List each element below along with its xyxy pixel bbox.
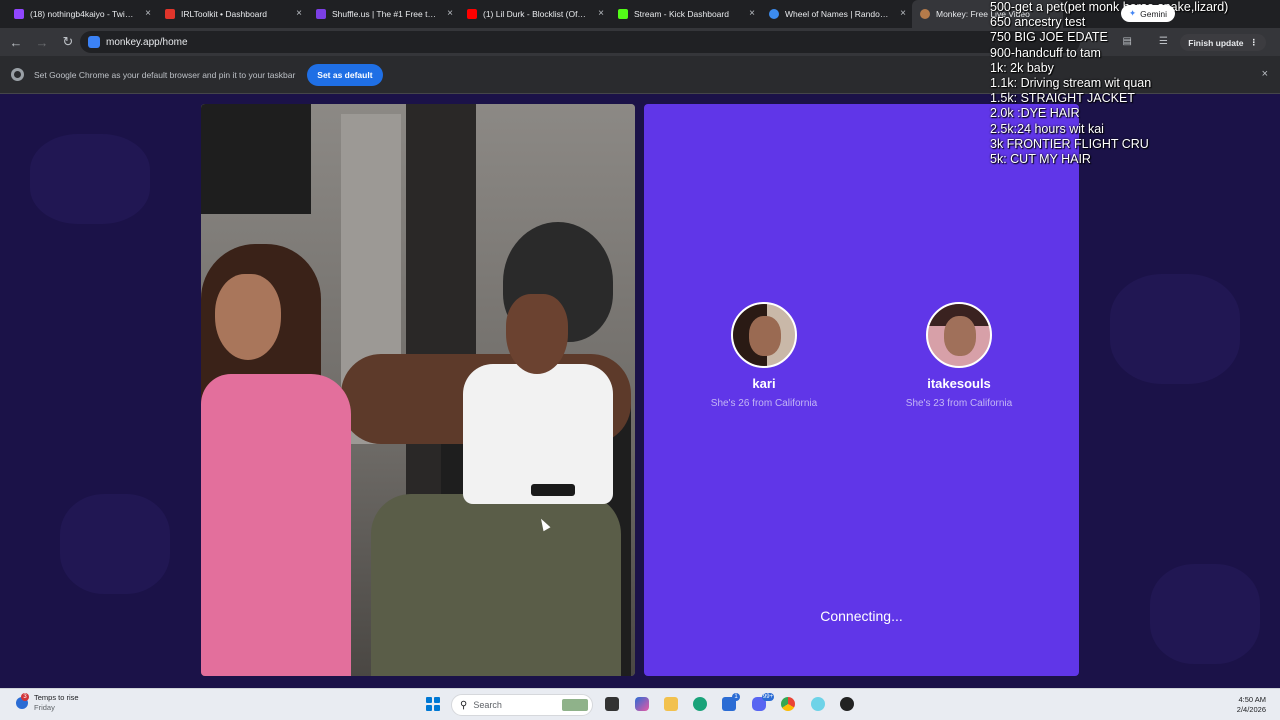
- site-info-icon[interactable]: [88, 36, 100, 48]
- weather-title: Temps to rise: [34, 693, 79, 702]
- close-icon[interactable]: ×: [145, 8, 151, 20]
- address-bar[interactable]: monkey.app/home: [80, 31, 1080, 53]
- background-pattern: [30, 134, 150, 224]
- close-icon[interactable]: ×: [447, 8, 453, 20]
- chrome-icon: [11, 68, 24, 81]
- copilot-icon[interactable]: [635, 697, 649, 711]
- wheel-icon: [769, 9, 779, 19]
- avatar[interactable]: [926, 302, 992, 368]
- weather-subtitle: Friday: [34, 703, 55, 712]
- taskbar-search-placeholder: Search: [473, 700, 502, 710]
- background-pattern: [60, 494, 170, 594]
- url-text[interactable]: monkey.app/home: [106, 37, 188, 48]
- app-icon[interactable]: [840, 697, 854, 711]
- video-person: [215, 274, 281, 360]
- close-icon[interactable]: ×: [296, 8, 302, 20]
- tab-shuffle[interactable]: Shuffle.us | The #1 Free to Pl ×: [308, 0, 459, 28]
- forward-arrow-icon[interactable]: →: [30, 30, 54, 54]
- tab-label: Wheel of Names | Random n: [785, 9, 890, 19]
- match-panel: kari She's 26 from California itakesouls…: [644, 104, 1079, 676]
- clock-time: 4:50 AM: [1238, 695, 1266, 704]
- taskbar-search-box[interactable]: ⚲ Search: [451, 694, 593, 716]
- video-person: [201, 374, 351, 676]
- search-icon: ⚲: [460, 699, 468, 711]
- tab-label: IRLToolkit • Dashboard: [181, 9, 267, 19]
- tab-label: Stream - Kick Dashboard: [634, 9, 729, 19]
- weather-icon: 3: [16, 693, 29, 709]
- windows-taskbar: 3 Temps to rise Friday ⚲ Search 1 99+ 4:…: [0, 688, 1280, 720]
- edge-icon[interactable]: [693, 697, 707, 711]
- chrome-icon[interactable]: [781, 697, 795, 711]
- goal-line: 2.5k:24 hours wit kai: [990, 121, 1104, 136]
- goal-line: 900-handcuff to tam: [990, 45, 1101, 60]
- gemini-label: Gemini: [1140, 8, 1168, 19]
- profile-info: She's 23 from California: [905, 398, 1013, 409]
- set-as-default-button[interactable]: Set as default: [307, 63, 383, 86]
- profile-name: itakesouls: [927, 376, 991, 391]
- infobar-message: Set Google Chrome as your default browse…: [34, 69, 296, 80]
- goal-line: 2.0k :DYE HAIR: [990, 106, 1080, 121]
- tab-kick[interactable]: Stream - Kick Dashboard ×: [610, 0, 761, 28]
- notification-badge: 99+: [762, 693, 774, 701]
- stream-goals-overlay: 500-get a pet(pet monk horse,snake,lizar…: [990, 0, 1280, 167]
- start-square: [426, 705, 432, 711]
- tab-label: (18) nothingb4kaiyo - Twitch: [30, 9, 135, 19]
- local-video-feed: [201, 104, 635, 676]
- start-square: [426, 697, 432, 703]
- weather-badge: 3: [21, 693, 29, 701]
- connection-status: Connecting...: [820, 608, 903, 624]
- app-icon[interactable]: [811, 697, 825, 711]
- video-tv: [201, 104, 311, 214]
- video-phone: [531, 484, 575, 496]
- monkey-icon: [920, 9, 930, 19]
- file-explorer-icon[interactable]: [664, 697, 678, 711]
- profile-card-itakesouls[interactable]: itakesouls She's 23 from California: [874, 302, 1044, 409]
- tab-irltoolkit[interactable]: IRLToolkit • Dashboard ×: [157, 0, 308, 28]
- clock-date: 2/4/2026: [1236, 705, 1266, 714]
- video-person: [371, 494, 621, 676]
- task-view-icon[interactable]: [605, 697, 619, 711]
- avatar[interactable]: [731, 302, 797, 368]
- windows-start-icon[interactable]: [426, 697, 440, 711]
- back-arrow-icon[interactable]: ←: [4, 30, 28, 54]
- goal-line: 750 BIG JOE EDATE: [990, 30, 1108, 45]
- goal-line: 5k: CUT MY HAIR: [990, 152, 1091, 167]
- video-person: [463, 364, 613, 504]
- monkey-page: kari She's 26 from California itakesouls…: [0, 94, 1280, 688]
- video-person: [506, 294, 568, 374]
- tab-wheel-of-names[interactable]: Wheel of Names | Random n ×: [761, 0, 912, 28]
- goal-line: 1.5k: STRAIGHT JACKET: [990, 91, 1135, 106]
- goal-line: 3k FRONTIER FLIGHT CRU: [990, 136, 1149, 151]
- search-highlight-image: [562, 699, 588, 711]
- tab-label: Shuffle.us | The #1 Free to Pl: [332, 9, 437, 19]
- profile-info: She's 26 from California: [710, 398, 818, 409]
- goal-line: 1.1k: Driving stream wit quan: [990, 76, 1152, 91]
- irltoolkit-icon: [165, 9, 175, 19]
- avatar-face: [944, 316, 976, 356]
- start-square: [434, 697, 440, 703]
- tab-youtube[interactable]: (1) Lil Durk - Blocklist (Officia ×: [459, 0, 610, 28]
- reload-icon[interactable]: ↻: [56, 30, 80, 54]
- shuffle-icon: [316, 9, 326, 19]
- gemini-icon: ✦: [1129, 8, 1137, 18]
- gemini-button[interactable]: ✦ Gemini: [1121, 5, 1176, 22]
- weather-widget[interactable]: 3 Temps to rise Friday: [16, 693, 79, 713]
- tab-label: (1) Lil Durk - Blocklist (Officia: [483, 9, 588, 19]
- system-clock[interactable]: 4:50 AM 2/4/2026: [1237, 695, 1266, 715]
- twitch-icon: [14, 9, 24, 19]
- close-icon[interactable]: ×: [598, 8, 604, 20]
- profile-name: kari: [752, 376, 776, 391]
- youtube-icon: [467, 9, 477, 19]
- tab-twitch[interactable]: (18) nothingb4kaiyo - Twitch ×: [6, 0, 157, 28]
- avatar-face: [749, 316, 781, 356]
- goal-line: 1k: 2k baby: [990, 60, 1054, 75]
- background-pattern: [1110, 274, 1240, 384]
- close-icon[interactable]: ×: [749, 8, 755, 20]
- profile-card-kari[interactable]: kari She's 26 from California: [679, 302, 849, 409]
- notification-badge: 1: [732, 693, 740, 701]
- close-icon[interactable]: ×: [900, 8, 906, 20]
- background-pattern: [1150, 564, 1260, 664]
- start-square: [434, 705, 440, 711]
- kick-icon: [618, 9, 628, 19]
